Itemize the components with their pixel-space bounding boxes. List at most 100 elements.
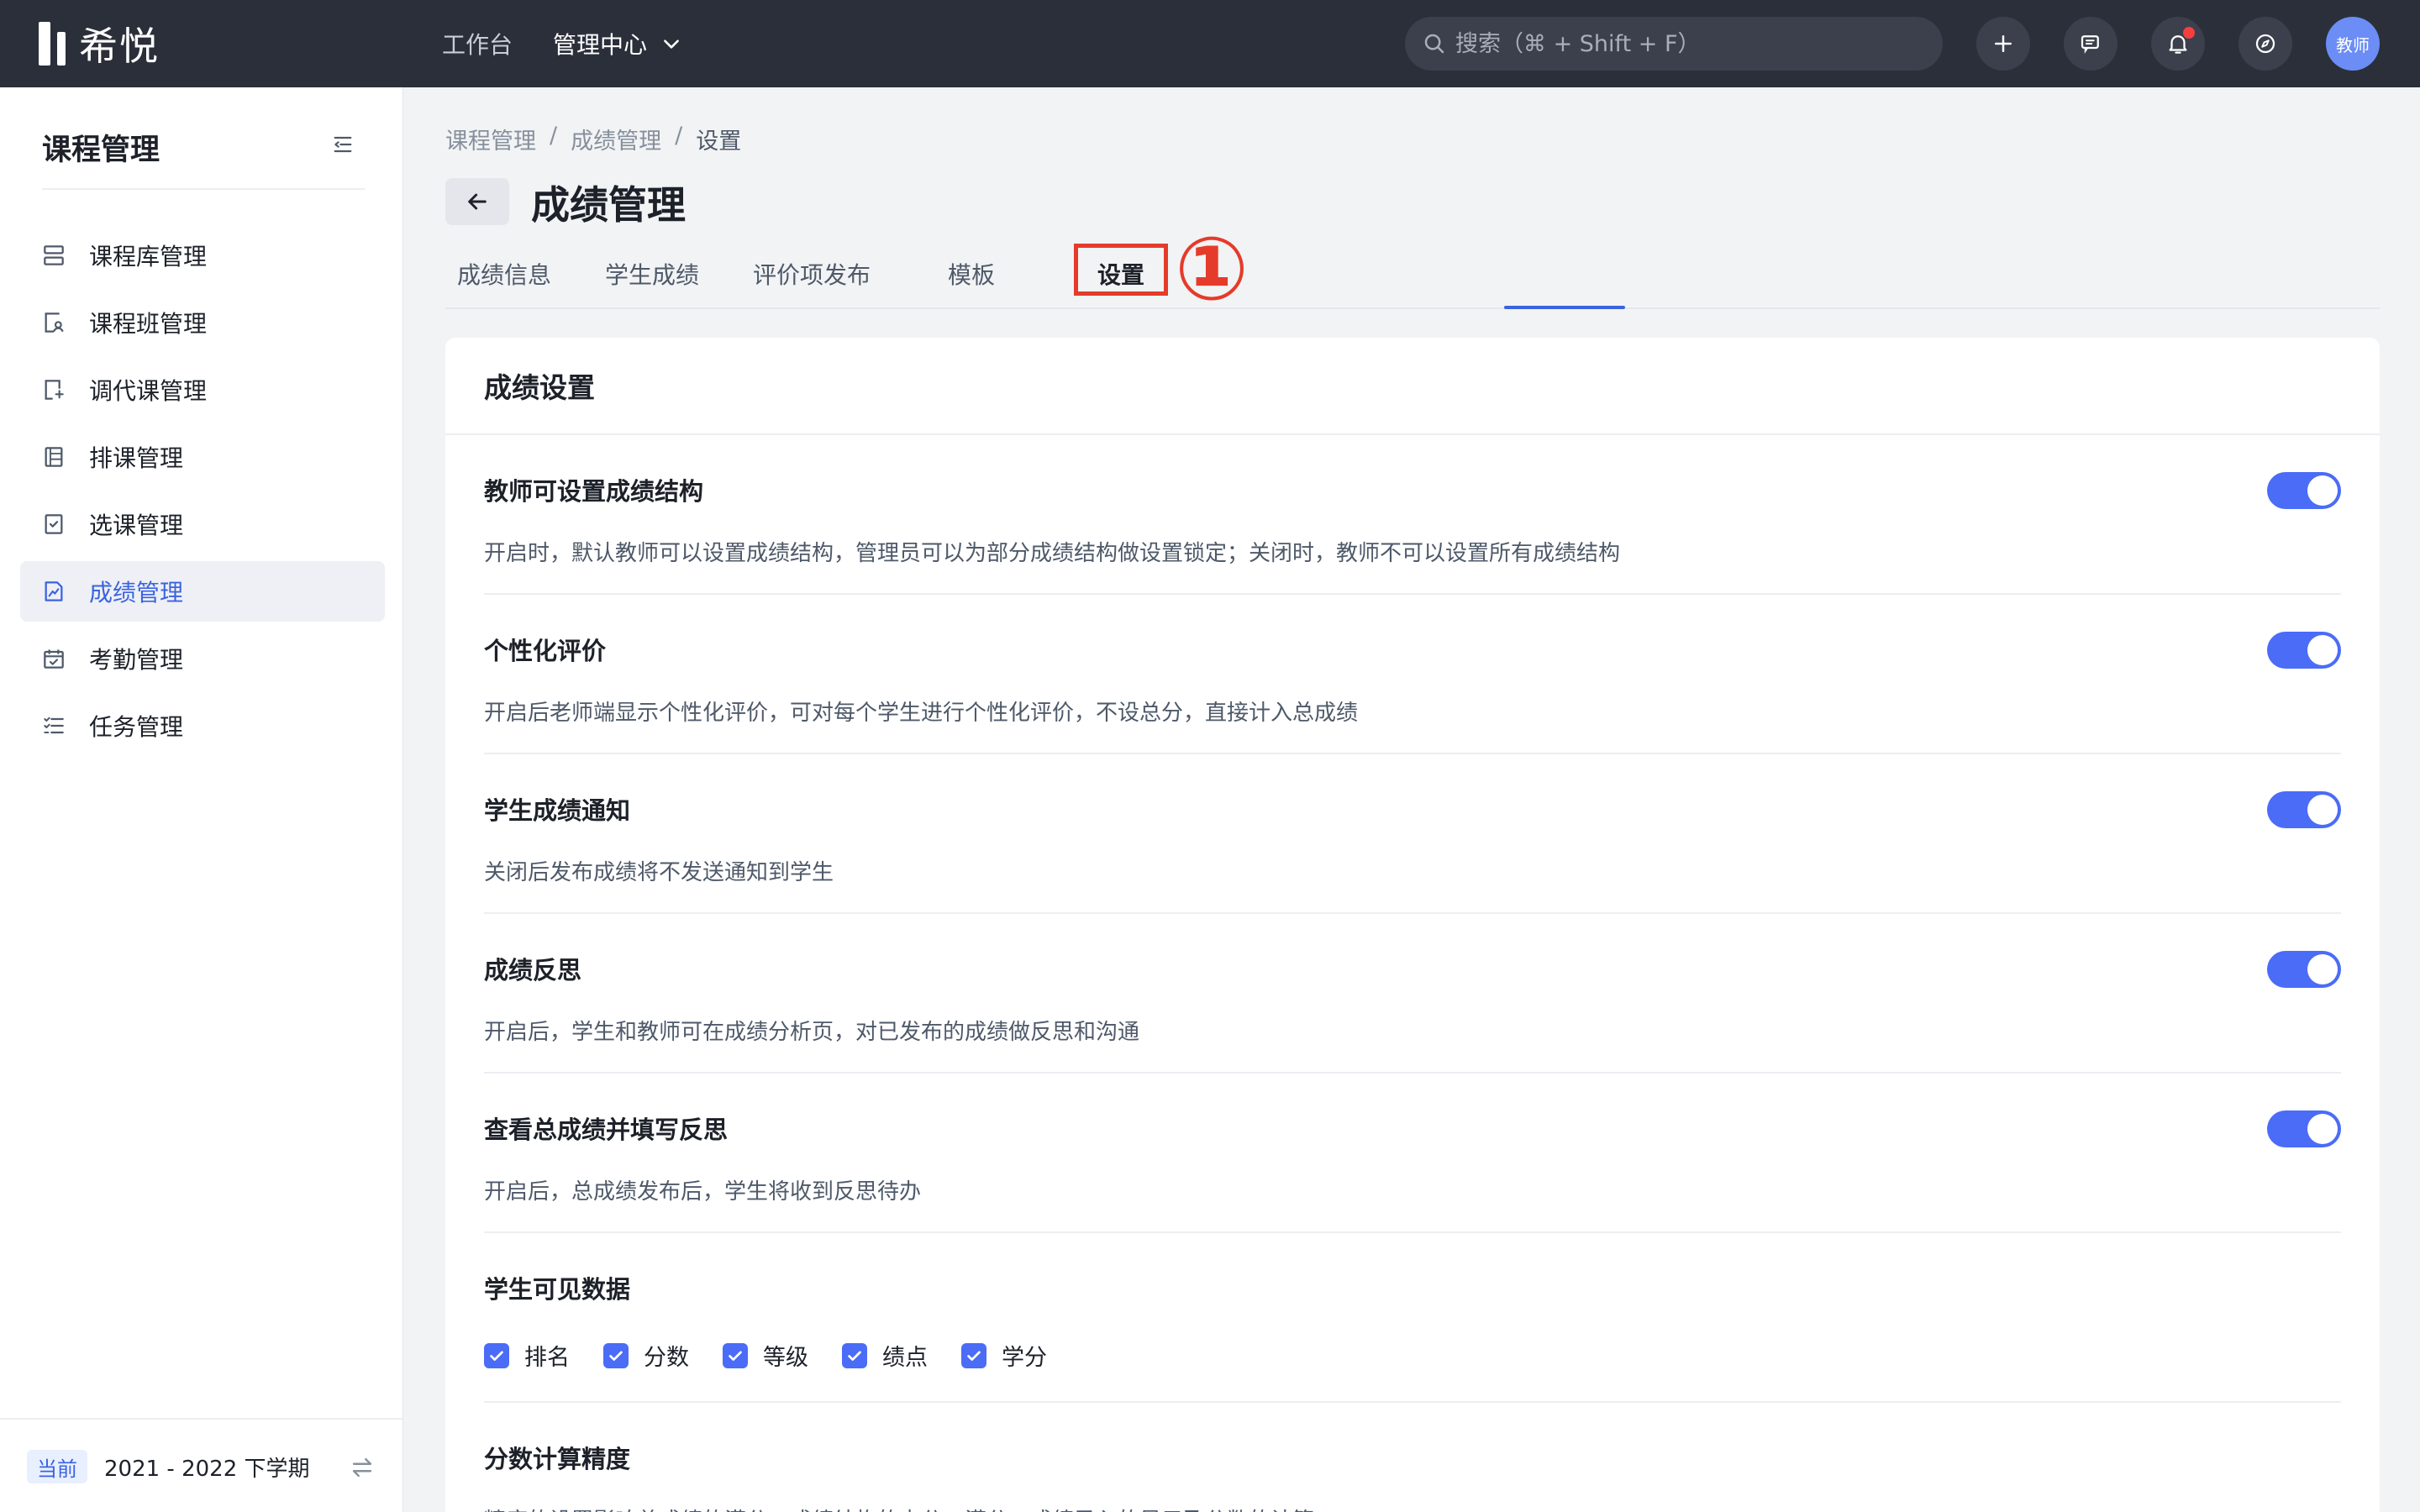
setting-desc: 开启后，学生和教师可在成绩分析页，对已发布的成绩做反思和沟通 [484, 1020, 1140, 1045]
sidebar-item-label: 任务管理 [89, 713, 184, 741]
grade-settings-card: 成绩设置 教师可设置成绩结构 开启时，默认教师可以设置成绩结构，管理员可以为部分… [445, 338, 2380, 1512]
checkbox-level[interactable]: 等级 [723, 1339, 808, 1372]
schedule-icon [45, 447, 63, 467]
sidebar-divider [42, 188, 365, 190]
search-icon [1424, 34, 1444, 54]
sidebar-item-label: 成绩管理 [89, 579, 184, 606]
toggle-knob [2307, 954, 2338, 984]
breadcrumb-item[interactable]: 课程管理 [445, 123, 536, 155]
swap-icon[interactable] [348, 1453, 376, 1482]
divider [484, 1231, 2341, 1233]
setting-title: 教师可设置成绩结构 [484, 477, 704, 506]
breadcrumb-item[interactable]: 成绩管理 [571, 123, 661, 155]
setting-student-visible-data: 学生可见数据 排名 分数 等级 绩点 学分 [484, 1270, 2341, 1372]
topnav-admin-center[interactable]: 管理中心 [553, 27, 682, 60]
divider [484, 1401, 2341, 1403]
calendar-check-icon [44, 649, 64, 669]
toggle-teacher-structure[interactable] [2267, 472, 2341, 509]
collapse-menu-icon[interactable] [329, 131, 356, 158]
sidebar-item-grade-management[interactable]: 成绩管理 [20, 561, 385, 622]
class-icon [45, 312, 64, 333]
setting-personalized-evaluation: 个性化评价 开启后老师端显示个性化评价，可对每个学生进行个性化评价，不设总分，直… [484, 632, 2341, 727]
arrow-left-icon [468, 193, 487, 210]
check-icon [848, 1351, 861, 1361]
tab-evaluation-publish[interactable]: 评价项发布 [753, 257, 871, 291]
swap-class-icon [45, 380, 64, 400]
sidebar-item-label: 课程库管理 [89, 243, 208, 270]
setting-title: 查看总成绩并填写反思 [484, 1116, 729, 1144]
explore-button[interactable] [2238, 17, 2292, 71]
setting-grade-reflection: 成绩反思 开启后，学生和教师可在成绩分析页，对已发布的成绩做反思和沟通 [484, 951, 2341, 1046]
checkbox-box[interactable] [842, 1342, 867, 1368]
sidebar-item-class-substitution[interactable]: 调代课管理 [20, 360, 385, 420]
setting-total-grade-reflection: 查看总成绩并填写反思 开启后，总成绩发布后，学生将收到反思待办 [484, 1110, 2341, 1205]
sidebar-item-label: 调代课管理 [89, 377, 208, 405]
setting-desc: 开启后，总成绩发布后，学生将收到反思待办 [484, 1179, 922, 1205]
sidebar-item-course-class[interactable]: 课程班管理 [20, 292, 385, 353]
sidebar-item-course-library[interactable]: 课程库管理 [20, 225, 385, 286]
checkbox-box[interactable] [484, 1342, 509, 1368]
divider [484, 912, 2341, 914]
app-logo[interactable]: 希悦 [39, 20, 160, 69]
checklist-icon [45, 514, 63, 534]
checkbox-credit[interactable]: 学分 [961, 1339, 1047, 1372]
checkbox-rank[interactable]: 排名 [484, 1339, 570, 1372]
back-button[interactable] [445, 178, 509, 225]
task-list-icon [44, 717, 64, 734]
tab-student-grades[interactable]: 学生成绩 [605, 257, 699, 291]
breadcrumb-separator: / [550, 123, 558, 149]
toggle-knob [2307, 1114, 2338, 1144]
global-search[interactable] [1405, 17, 1943, 71]
setting-score-precision: 分数计算精度 精度的设置影响总成绩的满分、成绩结构的占分、满分、成绩录入的显示及… [484, 1440, 2341, 1512]
avatar[interactable]: 教师 [2326, 17, 2380, 71]
search-input[interactable] [1455, 30, 1926, 57]
notification-dot [2183, 27, 2195, 39]
toggle-knob [2307, 795, 2338, 825]
messages-button[interactable] [2064, 17, 2118, 71]
check-icon [490, 1351, 503, 1361]
sidebar-item-tasks[interactable]: 任务管理 [20, 696, 385, 756]
sidebar-item-scheduling[interactable]: 排课管理 [20, 427, 385, 487]
tab-grade-info[interactable]: 成绩信息 [457, 257, 551, 291]
visible-data-checkboxes: 排名 分数 等级 绩点 学分 [484, 1339, 2341, 1372]
chat-icon [2081, 35, 2099, 55]
add-button[interactable] [1976, 17, 2030, 71]
topnav-workbench[interactable]: 工作台 [442, 27, 513, 60]
sidebar: 课程管理 课程库管理 课程班管理 调代课管理 排课管理 选课管理 成绩管理 考勤… [0, 87, 403, 1512]
sidebar-item-label: 课程班管理 [89, 310, 208, 338]
compass-icon [2255, 34, 2275, 54]
setting-desc: 关闭后发布成绩将不发送通知到学生 [484, 860, 834, 885]
chevron-down-icon [664, 39, 679, 49]
notifications-button[interactable] [2151, 17, 2205, 71]
setting-title: 个性化评价 [484, 637, 607, 665]
top-bar: 希悦 工作台 管理中心 教师 [0, 0, 2420, 87]
topnav-admin-center-label: 管理中心 [553, 31, 648, 59]
toggle-total-grade-reflection[interactable] [2267, 1110, 2341, 1147]
toggle-student-notification[interactable] [2267, 791, 2341, 828]
setting-teacher-structure: 教师可设置成绩结构 开启时，默认教师可以设置成绩结构，管理员可以为部分成绩结构做… [484, 472, 2341, 567]
check-icon [609, 1351, 623, 1361]
sidebar-item-attendance[interactable]: 考勤管理 [20, 628, 385, 689]
toggle-personalized-evaluation[interactable] [2267, 632, 2341, 669]
checkbox-box[interactable] [961, 1342, 986, 1368]
checkbox-box[interactable] [723, 1342, 748, 1368]
tab-template[interactable]: 模板 [948, 257, 995, 291]
checkbox-gpa[interactable]: 绩点 [842, 1339, 928, 1372]
setting-title: 成绩反思 [484, 956, 582, 984]
breadcrumb-separator: / [675, 123, 683, 149]
toggle-knob [2307, 475, 2338, 506]
topnav-workbench-label: 工作台 [442, 31, 513, 59]
sidebar-item-label: 考勤管理 [89, 646, 184, 674]
current-term: 2021 - 2022 下学期 [104, 1457, 310, 1482]
logo-text: 希悦 [79, 24, 160, 69]
database-icon [44, 245, 64, 265]
divider [484, 1072, 2341, 1074]
term-switcher: 当前 2021 - 2022 下学期 [0, 1418, 402, 1512]
setting-title: 分数计算精度 [484, 1445, 631, 1473]
sidebar-item-course-selection[interactable]: 选课管理 [20, 494, 385, 554]
divider [484, 753, 2341, 754]
checkbox-box[interactable] [603, 1342, 629, 1368]
breadcrumb-current: 设置 [696, 129, 742, 155]
toggle-grade-reflection[interactable] [2267, 951, 2341, 988]
checkbox-score[interactable]: 分数 [603, 1339, 689, 1372]
